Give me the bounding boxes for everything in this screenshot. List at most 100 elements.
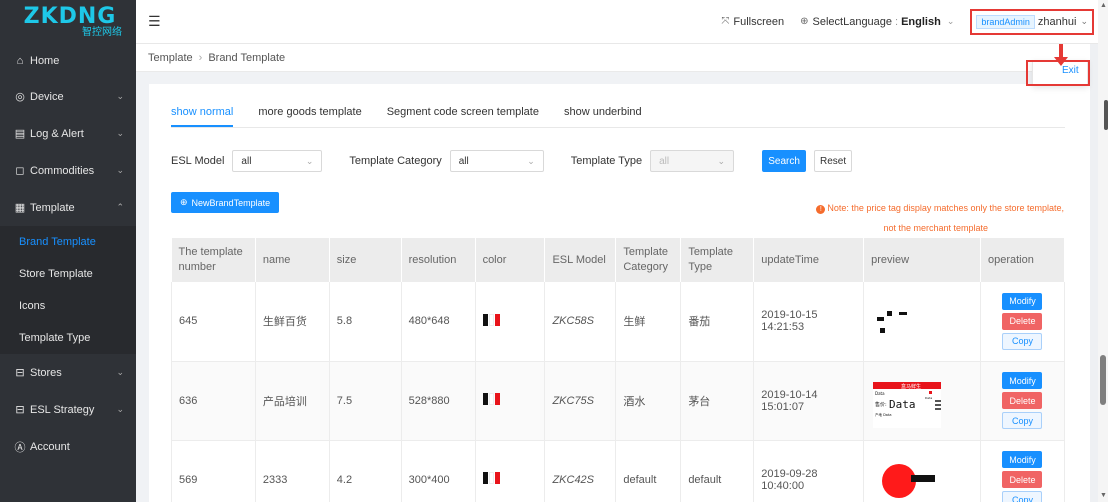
- modify-button[interactable]: Modify: [1002, 451, 1043, 468]
- annotation-arrow-icon: [1054, 57, 1068, 66]
- sidebar-item-esl-strategy[interactable]: ⊟ ESL Strategy ⌄: [0, 391, 136, 428]
- chevron-down-icon: ⌄: [305, 155, 314, 166]
- user-name: zhanhui: [1037, 15, 1077, 28]
- delete-button[interactable]: Delete: [1002, 312, 1043, 330]
- cell-color: [475, 440, 546, 502]
- col-operation: operation: [980, 238, 1066, 282]
- edge-handle: [1104, 100, 1108, 130]
- page-gutter: [1090, 44, 1098, 502]
- preview-tag-data: Data: [925, 396, 932, 400]
- sidebar-sub-brand-template[interactable]: Brand Template: [0, 226, 136, 258]
- device-icon: ◎: [15, 91, 25, 103]
- copy-button[interactable]: Copy: [1002, 412, 1043, 429]
- language-select[interactable]: ⊕ SelectLanguage : English ⌄: [800, 16, 954, 28]
- user-menu[interactable]: brandAdmin zhanhui ⌄: [970, 8, 1094, 35]
- sidebar-sub-icons[interactable]: Icons: [0, 290, 136, 322]
- sidebar-item-home[interactable]: ⌂ Home: [0, 44, 136, 78]
- scroll-up-icon[interactable]: ▲: [1100, 2, 1107, 9]
- col-size: size: [329, 238, 402, 282]
- cell-preview[interactable]: [863, 440, 981, 502]
- globe-icon: ⊕: [800, 16, 809, 27]
- scrollbar[interactable]: [1098, 0, 1108, 502]
- color-swatch: [482, 472, 500, 484]
- sidebar-item-stores[interactable]: ⊟ Stores ⌄: [0, 354, 136, 391]
- cell-size: 4.2: [329, 440, 402, 502]
- cell-esl-model: ZKC75S: [544, 361, 617, 441]
- tab-more-goods-template[interactable]: more goods template: [258, 106, 361, 127]
- template-tabs: show normal more goods template Segment …: [171, 106, 1065, 128]
- copy-button[interactable]: Copy: [1002, 332, 1043, 350]
- cell-color: [475, 361, 546, 441]
- col-color: color: [475, 238, 546, 282]
- warning-icon: !: [816, 205, 826, 214]
- new-brand-template-button[interactable]: ⊕ NewBrandTemplate: [171, 192, 280, 213]
- chevron-down-icon: ⌄: [717, 155, 726, 166]
- sidebar-item-device[interactable]: ◎ Device ⌄: [0, 78, 136, 115]
- tab-show-underbind[interactable]: show underbind: [564, 106, 642, 127]
- chevron-down-icon: ⌄: [946, 16, 955, 26]
- preview-price-label: 售价:: [875, 401, 887, 408]
- copy-button[interactable]: Copy: [1002, 491, 1043, 502]
- scroll-down-icon[interactable]: ▼: [1100, 492, 1107, 499]
- logo: ZKDNG 智控网络: [0, 0, 136, 44]
- reset-button[interactable]: Reset: [814, 150, 853, 172]
- home-icon: ⌂: [16, 55, 24, 67]
- breadcrumb-root[interactable]: Template: [148, 52, 193, 64]
- sidebar-item-commodities[interactable]: ◻ Commodities ⌄: [0, 152, 136, 189]
- sidebar-item-log-alert[interactable]: ▤ Log & Alert ⌄: [0, 115, 136, 152]
- template-table: The template number name size resolution…: [171, 238, 1066, 502]
- chevron-down-icon: ⌄: [116, 128, 124, 138]
- cell-name: 2333: [255, 440, 330, 502]
- main-card: show normal more goods template Segment …: [149, 84, 1090, 502]
- cell-name: 产品培训: [255, 361, 330, 441]
- template-type-value: all: [659, 155, 670, 167]
- chevron-down-icon: ⌄: [116, 165, 124, 175]
- sidebar-item-label: Home: [30, 55, 60, 67]
- chevron-down-icon: ⌄: [116, 367, 124, 377]
- table-header-row: The template number name size resolution…: [171, 238, 1066, 282]
- operation-buttons: Modify Delete Copy: [988, 451, 1064, 502]
- preview-small-data: Data: [875, 391, 885, 396]
- strategy-icon: ⊟: [15, 404, 25, 416]
- header-right: ⤧ Fullscreen ⊕ SelectLanguage : English …: [721, 0, 1108, 43]
- chevron-up-icon: ⌃: [116, 202, 124, 212]
- delete-button[interactable]: Delete: [1002, 471, 1043, 488]
- sidebar-sub-store-template[interactable]: Store Template: [0, 258, 136, 290]
- preview-big-data: Data: [889, 398, 916, 411]
- search-button[interactable]: Search: [762, 150, 807, 172]
- modify-button[interactable]: Modify: [1002, 292, 1043, 310]
- esl-model-label: ESL Model: [171, 155, 225, 167]
- sidebar-item-label: ESL Strategy: [30, 403, 95, 416]
- logo-sub: 智控网络: [82, 26, 122, 38]
- template-type-select[interactable]: all ⌄: [650, 150, 735, 172]
- cell-size: 5.8: [329, 282, 402, 362]
- cell-preview[interactable]: 盒马鲜生 Data 售价: Data Data 产地 Data: [863, 361, 981, 441]
- delete-button[interactable]: Delete: [1002, 392, 1043, 409]
- template-category-select[interactable]: all ⌄: [449, 150, 544, 172]
- cell-update-time: 2019-10-15 14:21:53: [753, 282, 865, 362]
- col-template-number: The template number: [171, 238, 256, 282]
- template-icon: ▦: [14, 202, 26, 214]
- sidebar-sub-template-type[interactable]: Template Type: [0, 322, 136, 354]
- menu-toggle-icon[interactable]: ☰: [148, 13, 164, 30]
- table-row: 645 生鲜百货 5.8 480*648 ZKC58S 生鲜 番茄 2019-1…: [171, 282, 1066, 362]
- note-line-2: not the merchant template: [883, 223, 988, 233]
- note-line-1: Note: the price tag display matches only…: [827, 203, 1064, 213]
- sidebar-item-template[interactable]: ▦ Template ⌃: [0, 189, 136, 226]
- breadcrumb-separator-icon: ›: [198, 51, 203, 64]
- sidebar-item-label: Commodities: [30, 164, 95, 177]
- fullscreen-button[interactable]: ⤧ Fullscreen: [721, 16, 784, 28]
- scrollbar-thumb[interactable]: [1100, 355, 1106, 405]
- sidebar-item-account[interactable]: Ⓐ Account: [0, 428, 136, 465]
- tab-segment-code-screen-template[interactable]: Segment code screen template: [387, 106, 539, 127]
- preview-store-name: 盒马鲜生: [901, 383, 921, 390]
- modify-button[interactable]: Modify: [1002, 372, 1043, 389]
- exit-menu-item[interactable]: Exit: [1062, 65, 1079, 76]
- cell-type: 番茄: [680, 282, 755, 362]
- cell-operation: Modify Delete Copy: [980, 282, 1066, 362]
- tab-show-normal[interactable]: show normal: [171, 106, 234, 127]
- esl-model-select[interactable]: all ⌄: [232, 150, 323, 172]
- language-separator: :: [895, 15, 899, 28]
- cell-preview[interactable]: [863, 282, 981, 362]
- template-type-label: Template Type: [570, 155, 643, 167]
